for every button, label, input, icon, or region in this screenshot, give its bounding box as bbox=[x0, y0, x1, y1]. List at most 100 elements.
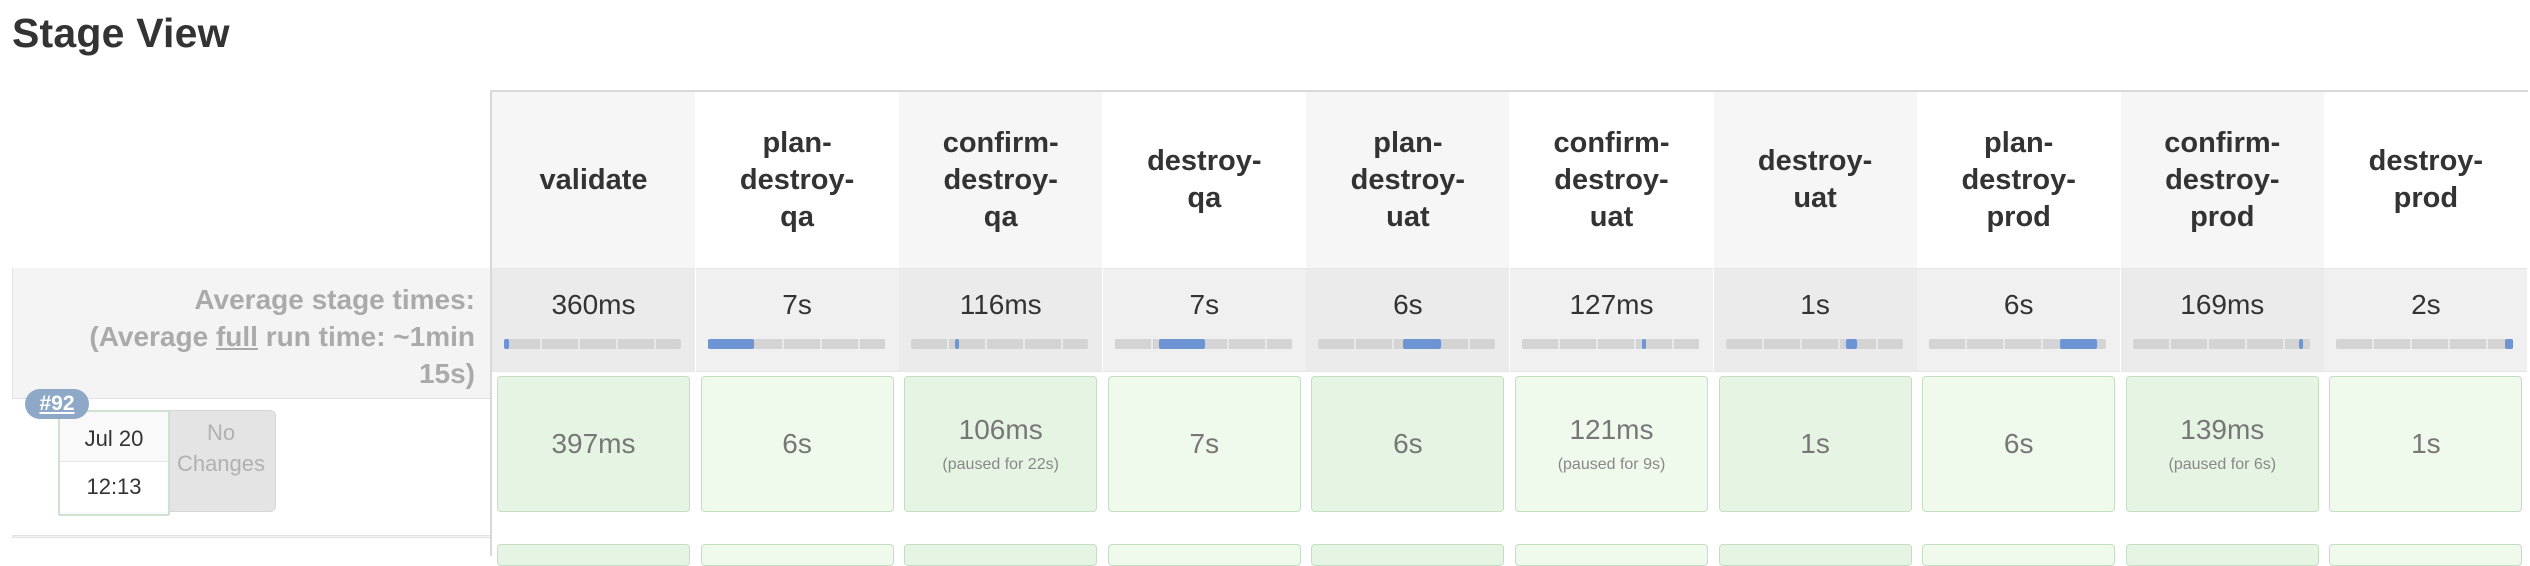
stage-header: destroy-qa bbox=[1102, 92, 1306, 268]
stage-run-cell-next[interactable] bbox=[904, 544, 1098, 566]
build-date: Jul 20 bbox=[60, 412, 168, 462]
build-date-box[interactable]: Jul 20 12:13 bbox=[58, 410, 170, 516]
stage-column: confirm-destroy-qa 116ms 106ms (paused for … bbox=[899, 92, 1103, 566]
stage-column: plan-destroy-prod 6s 6s bbox=[1917, 92, 2121, 566]
stage-paused-note: (paused for 9s) bbox=[1557, 456, 1666, 473]
stage-run-cell[interactable]: 6s bbox=[1922, 376, 2116, 512]
stage-average: 6s bbox=[1917, 268, 2121, 372]
stage-run-cell[interactable]: 121ms (paused for 9s) bbox=[1515, 376, 1708, 512]
stage-run-cell-next[interactable] bbox=[1515, 544, 1708, 566]
stage-header: confirm-destroy-uat bbox=[1510, 92, 1713, 268]
stage-column: destroy-qa 7s 7s bbox=[1102, 92, 1306, 566]
stage-paused-note: (paused for 6s) bbox=[2168, 456, 2277, 473]
stage-run-cell[interactable]: 1s bbox=[1718, 376, 1912, 512]
build-number-badge[interactable]: #92 bbox=[25, 389, 89, 419]
average-run-time-line3: 15s) bbox=[418, 358, 475, 389]
stage-progress-bar bbox=[2132, 339, 2310, 349]
build-changes[interactable]: No Changes bbox=[166, 410, 276, 512]
stage-paused-note: (paused for 22s) bbox=[942, 456, 1059, 473]
average-run-time-line2: (Average full run time: ~1min bbox=[15, 318, 475, 355]
stage-progress-fill bbox=[1159, 339, 1206, 349]
next-build-row bbox=[12, 537, 490, 555]
stage-average: 1s bbox=[1713, 268, 1917, 372]
stage-header: destroy-prod bbox=[2324, 92, 2528, 268]
stage-average-time: 2s bbox=[2411, 289, 2441, 320]
stage-average-time: 7s bbox=[782, 289, 812, 320]
stage-run-cell-next[interactable] bbox=[497, 544, 690, 566]
stage-average-time: 7s bbox=[1189, 289, 1220, 320]
stage-column: validate 360ms 397ms bbox=[492, 92, 695, 566]
stage-column: plan-destroy-uat 6s 6s bbox=[1306, 92, 1510, 566]
average-stage-times-label: Average stage times: (Average full run t… bbox=[15, 281, 475, 392]
stage-run-cell[interactable]: 7s bbox=[1107, 376, 1301, 512]
stage-run-cell-next[interactable] bbox=[2329, 544, 2523, 566]
stage-average: 6s bbox=[1306, 268, 1510, 372]
stage-average: 7s bbox=[695, 268, 899, 372]
stage-run-cell-next[interactable] bbox=[2125, 544, 2319, 566]
average-stage-times-line1: Average stage times: bbox=[194, 284, 475, 315]
stage-average: 7s bbox=[1102, 268, 1306, 372]
stage-run-time: 121ms bbox=[1569, 414, 1654, 445]
stage-header: plan-destroy-uat bbox=[1306, 92, 1510, 268]
stage-column: destroy-prod 2s 1s bbox=[2324, 92, 2528, 566]
stage-average: 2s bbox=[2324, 268, 2528, 372]
stage-run-cell[interactable]: 6s bbox=[1311, 376, 1505, 512]
stage-run-time: 397ms bbox=[551, 428, 636, 459]
stage-average-time: 169ms bbox=[2180, 289, 2265, 320]
stage-column: confirm-destroy-prod 169ms 139ms (paused fo… bbox=[2120, 92, 2324, 566]
stage-progress-fill bbox=[2060, 339, 2098, 349]
stage-progress-fill bbox=[1642, 339, 1646, 349]
stage-average-time: 1s bbox=[1800, 289, 1830, 320]
stage-run-cell[interactable]: 1s bbox=[2329, 376, 2523, 512]
stage-run-cell[interactable]: 139ms (paused for 6s) bbox=[2125, 376, 2319, 512]
stage-column: confirm-destroy-uat 127ms 121ms (paused for… bbox=[1510, 92, 1713, 566]
stage-header: destroy-uat bbox=[1713, 92, 1917, 268]
stage-progress-fill bbox=[1403, 339, 1441, 349]
stage-run-time: 6s bbox=[2003, 428, 2034, 459]
stage-progress-bar bbox=[1522, 339, 1699, 349]
stage-run-cell-next[interactable] bbox=[1107, 544, 1301, 566]
stage-progress-bar bbox=[1929, 339, 2107, 349]
stage-run-cell[interactable]: 397ms bbox=[497, 376, 690, 512]
stage-run-cell[interactable]: 106ms (paused for 22s) bbox=[904, 376, 1098, 512]
stage-run-cell-next[interactable] bbox=[1922, 544, 2116, 566]
stage-progress-fill bbox=[504, 339, 510, 349]
stage-average: 127ms bbox=[1510, 268, 1713, 372]
full-run-time-link[interactable]: full bbox=[216, 321, 258, 352]
average-run-time-prefix: (Average bbox=[89, 321, 216, 352]
stage-run-time: 1s bbox=[1800, 428, 1830, 459]
stage-progress-bar bbox=[1318, 339, 1496, 349]
stage-progress-bar bbox=[911, 339, 1089, 349]
stage-run-time: 1s bbox=[2411, 428, 2441, 459]
stage-progress-bar bbox=[707, 339, 885, 349]
stage-average-time: 360ms bbox=[551, 289, 636, 320]
stage-average: 360ms bbox=[492, 268, 695, 372]
stage-run-cell-next[interactable] bbox=[1718, 544, 1912, 566]
stage-progress-fill bbox=[2504, 339, 2514, 349]
stage-run-cell[interactable]: 6s bbox=[700, 376, 894, 512]
stage-run-time: 106ms bbox=[958, 414, 1043, 445]
stage-run-time: 7s bbox=[1189, 428, 1220, 459]
stage-run-time: 6s bbox=[1393, 428, 1423, 459]
stage-run-cell-next[interactable] bbox=[1311, 544, 1505, 566]
stage-average-time: 116ms bbox=[959, 289, 1042, 320]
stage-progress-bar bbox=[1725, 339, 1903, 349]
stage-progress-fill bbox=[1845, 339, 1857, 349]
stage-average: 169ms bbox=[2120, 268, 2324, 372]
stage-header: validate bbox=[492, 92, 695, 268]
stage-average-time: 6s bbox=[2003, 289, 2034, 320]
stage-progress-bar bbox=[1114, 339, 1292, 349]
average-run-time-suffix: run time: ~1min bbox=[257, 321, 475, 352]
stage-run-time: 139ms bbox=[2180, 414, 2265, 445]
stage-average-time: 127ms bbox=[1569, 289, 1654, 320]
stage-progress-bar bbox=[504, 339, 681, 349]
stage-progress-fill bbox=[707, 339, 754, 349]
stage-header: plan-destroy-qa bbox=[695, 92, 899, 268]
stage-header: plan-destroy-prod bbox=[1917, 92, 2121, 268]
stage-header: confirm-destroy-qa bbox=[899, 92, 1103, 268]
stage-average: 116ms bbox=[899, 268, 1103, 372]
stage-progress-bar bbox=[2336, 339, 2514, 349]
stage-run-cell-next[interactable] bbox=[700, 544, 894, 566]
stage-column: plan-destroy-qa 7s 6s bbox=[695, 92, 899, 566]
page-title: Stage View bbox=[12, 10, 230, 56]
